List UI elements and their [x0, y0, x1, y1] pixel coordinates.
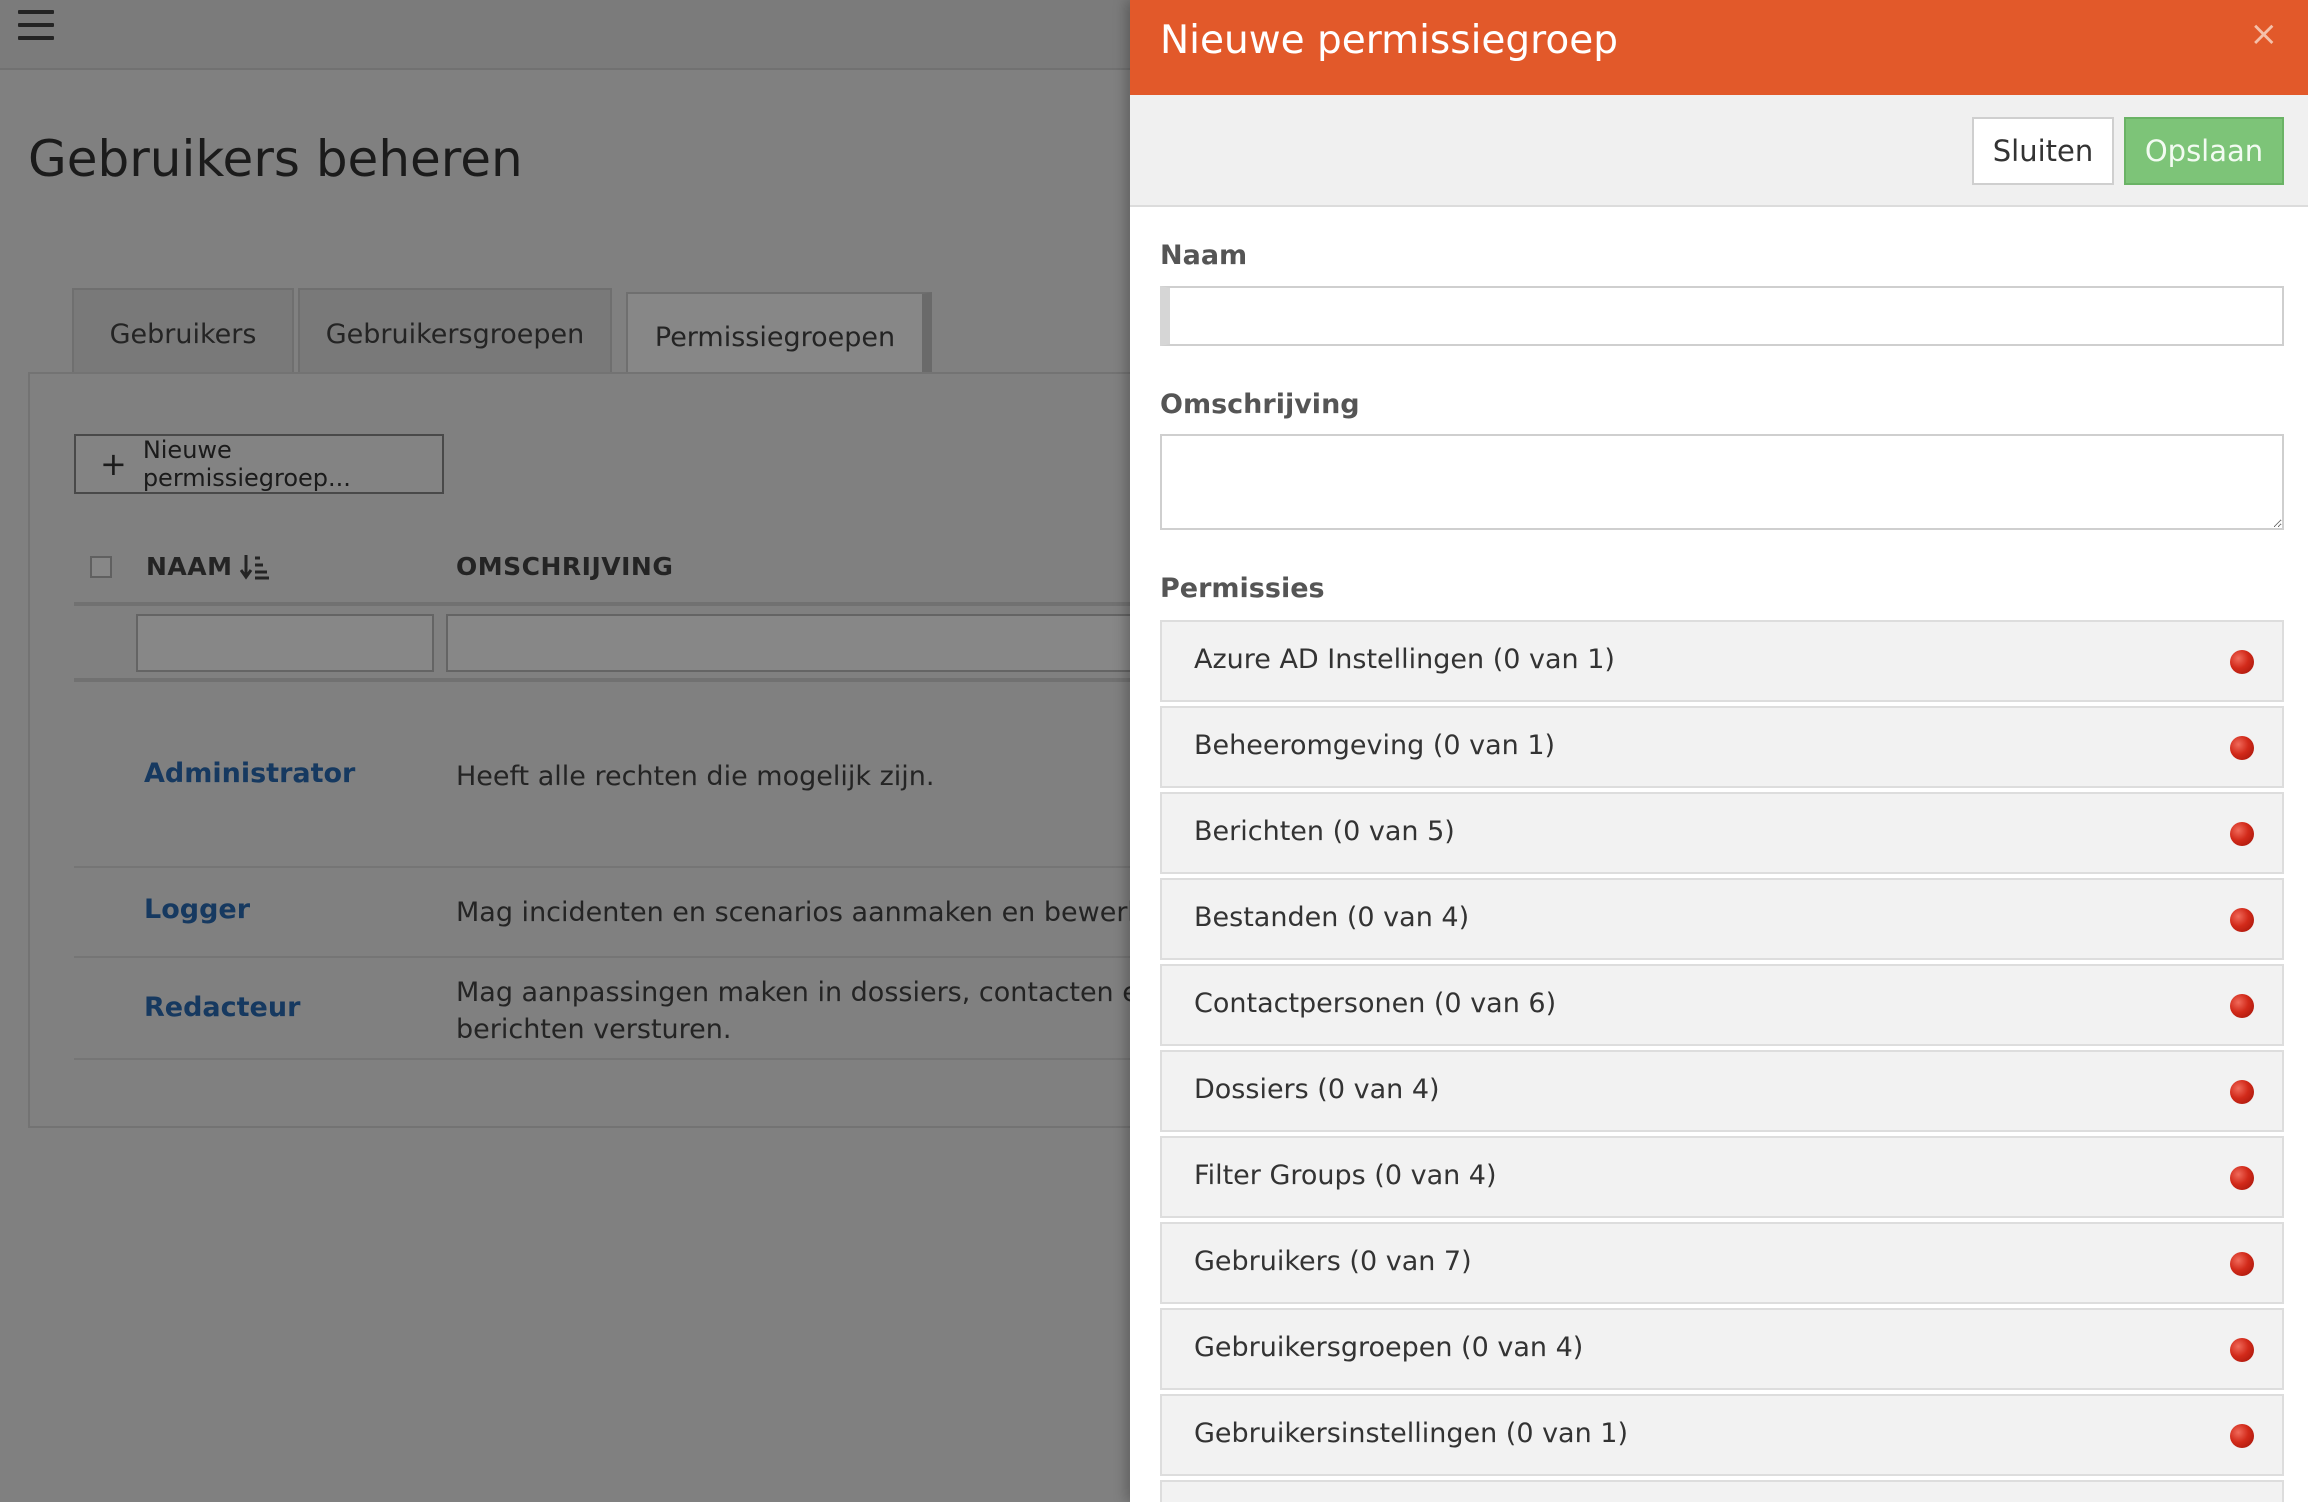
permission-label: Gebruikersinstellingen (0 van 1)	[1194, 1418, 1629, 1449]
red-status-dot-icon	[2230, 1166, 2254, 1190]
description-label: Omschrijving	[1160, 389, 1360, 420]
panel-toolbar: Sluiten Opslaan	[1130, 95, 2308, 207]
red-status-dot-icon	[2230, 736, 2254, 760]
permissions-label: Permissies	[1160, 573, 1325, 604]
save-button[interactable]: Opslaan	[2124, 117, 2284, 185]
permission-item-partial[interactable]	[1160, 1480, 2284, 1502]
description-textarea[interactable]	[1160, 434, 2284, 530]
name-input[interactable]	[1160, 286, 2284, 346]
red-status-dot-icon	[2230, 822, 2254, 846]
permission-item-filter-groups[interactable]: Filter Groups (0 van 4)	[1160, 1136, 2284, 1218]
red-status-dot-icon	[2230, 1080, 2254, 1104]
red-status-dot-icon	[2230, 1424, 2254, 1448]
red-status-dot-icon	[2230, 1252, 2254, 1276]
permission-item-bestanden[interactable]: Bestanden (0 van 4)	[1160, 878, 2284, 960]
permission-item-azure-ad[interactable]: Azure AD Instellingen (0 van 1)	[1160, 620, 2284, 702]
red-status-dot-icon	[2230, 650, 2254, 674]
permission-item-gebruikers[interactable]: Gebruikers (0 van 7)	[1160, 1222, 2284, 1304]
name-label: Naam	[1160, 240, 1248, 271]
permission-item-gebruikersinstellingen[interactable]: Gebruikersinstellingen (0 van 1)	[1160, 1394, 2284, 1476]
permission-item-dossiers[interactable]: Dossiers (0 van 4)	[1160, 1050, 2284, 1132]
red-status-dot-icon	[2230, 908, 2254, 932]
permission-label: Bestanden (0 van 4)	[1194, 902, 1470, 933]
red-status-dot-icon	[2230, 994, 2254, 1018]
permission-label: Gebruikers (0 van 7)	[1194, 1246, 1472, 1277]
permission-label: Dossiers (0 van 4)	[1194, 1074, 1440, 1105]
permission-item-gebruikersgroepen[interactable]: Gebruikersgroepen (0 van 4)	[1160, 1308, 2284, 1390]
close-button[interactable]: Sluiten	[1972, 117, 2114, 185]
permission-item-contactpersonen[interactable]: Contactpersonen (0 van 6)	[1160, 964, 2284, 1046]
close-icon[interactable]: ×	[2250, 14, 2279, 54]
permission-item-beheeromgeving[interactable]: Beheeromgeving (0 van 1)	[1160, 706, 2284, 788]
new-permission-group-panel: Nieuwe permissiegroep × Sluiten Opslaan …	[1130, 0, 2308, 1502]
permission-label: Contactpersonen (0 van 6)	[1194, 988, 1557, 1019]
permission-label: Berichten (0 van 5)	[1194, 816, 1455, 847]
permission-label: Filter Groups (0 van 4)	[1194, 1160, 1497, 1191]
permission-item-berichten[interactable]: Berichten (0 van 5)	[1160, 792, 2284, 874]
panel-title: Nieuwe permissiegroep	[1160, 18, 1618, 63]
permission-label: Azure AD Instellingen (0 van 1)	[1194, 644, 1615, 675]
red-status-dot-icon	[2230, 1338, 2254, 1362]
panel-header: Nieuwe permissiegroep ×	[1130, 0, 2308, 95]
permission-label: Beheeromgeving (0 van 1)	[1194, 730, 1556, 761]
permission-label: Gebruikersgroepen (0 van 4)	[1194, 1332, 1584, 1363]
